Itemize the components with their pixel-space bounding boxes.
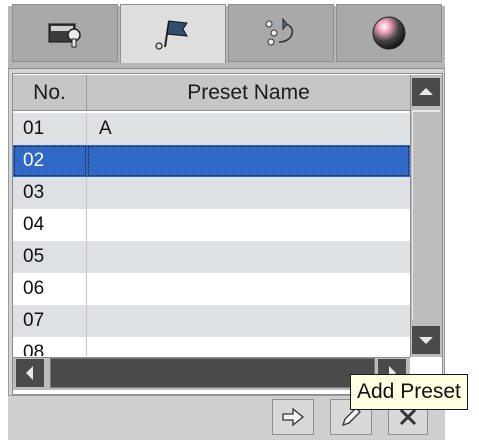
row-preset-name <box>87 177 410 209</box>
row-number: 05 <box>13 241 87 273</box>
scroll-left-button[interactable] <box>15 358 45 388</box>
scroll-up-button[interactable] <box>411 77 441 107</box>
row-number: 02 <box>13 145 87 177</box>
row-number: 03 <box>13 177 87 209</box>
horizontal-scroll-thumb[interactable] <box>50 358 375 388</box>
camera-key-icon <box>48 23 81 48</box>
row-preset-name <box>87 241 410 273</box>
vertical-scroll-thumb[interactable] <box>412 110 440 320</box>
table-row-selected[interactable]: 02 <box>13 145 410 177</box>
row-number: 07 <box>13 305 87 337</box>
row-preset-name <box>87 305 410 337</box>
scroll-down-button[interactable] <box>411 325 441 355</box>
row-number: 08 <box>13 337 87 356</box>
table-row[interactable]: 05 <box>13 241 410 273</box>
row-preset-name <box>87 209 410 241</box>
table-row[interactable]: 06 <box>13 273 410 305</box>
column-header-preset-name[interactable]: Preset Name <box>87 75 410 110</box>
table-row[interactable]: 07 <box>13 305 410 337</box>
goto-preset-button[interactable] <box>272 399 314 435</box>
arrow-up-icon <box>419 88 433 95</box>
row-preset-name <box>87 337 410 356</box>
row-number: 06 <box>13 273 87 305</box>
row-preset-name <box>87 273 410 305</box>
tooltip: Add Preset <box>350 374 468 410</box>
flag-icon <box>155 20 188 50</box>
arrow-down-icon <box>419 337 433 344</box>
column-header-no[interactable]: No. <box>13 75 87 110</box>
row-preset-name <box>87 145 410 177</box>
tab-camera-setup[interactable] <box>12 4 118 62</box>
table-row[interactable]: 03 <box>13 177 410 209</box>
table-header: No. Preset Name <box>13 75 410 111</box>
table-row[interactable]: 08 <box>13 337 410 356</box>
row-number: 04 <box>13 209 87 241</box>
row-number: 01 <box>13 113 87 145</box>
table-body: 01 A 02 03 04 05 06 07 08 <box>13 113 410 356</box>
goto-arrow-icon <box>282 407 305 427</box>
row-preset-name: A <box>99 118 112 139</box>
tab-image-settings[interactable] <box>336 4 442 62</box>
patrol-route-icon <box>265 17 294 46</box>
tab-patrol[interactable] <box>228 4 334 62</box>
color-sphere-icon <box>372 16 406 50</box>
table-row[interactable]: 01 A <box>13 113 410 145</box>
tab-preset[interactable] <box>120 4 226 63</box>
table-row[interactable]: 04 <box>13 209 410 241</box>
arrow-left-icon <box>26 366 33 380</box>
